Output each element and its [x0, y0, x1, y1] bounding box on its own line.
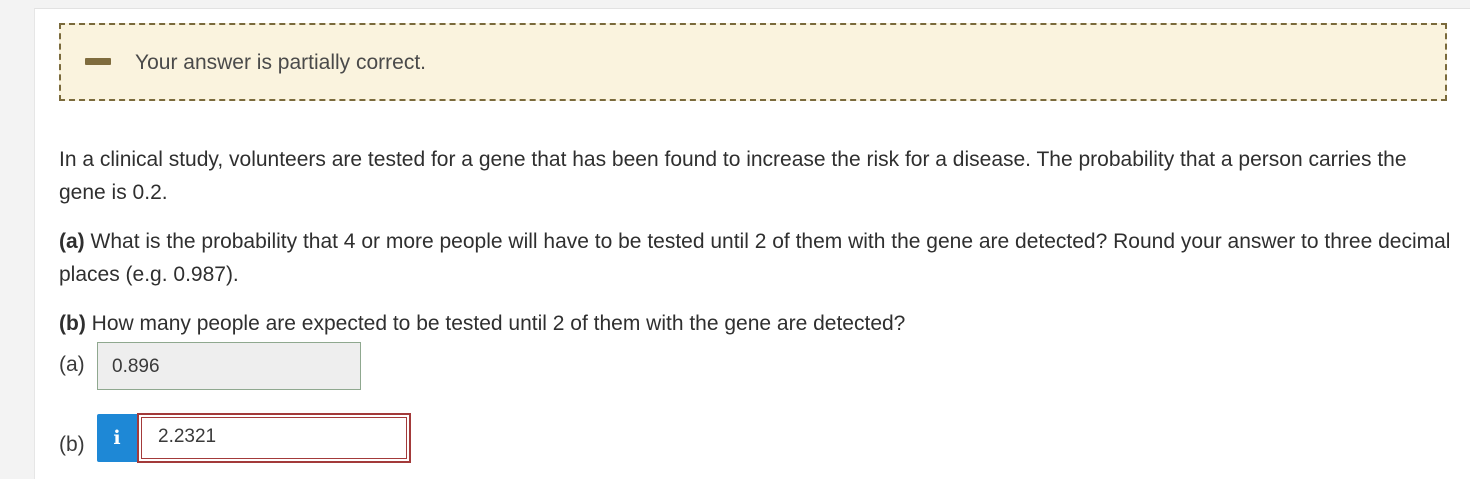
question-panel: Your answer is partially correct. In a c… [34, 8, 1470, 479]
question-part-a: (a) What is the probability that 4 or mo… [59, 225, 1459, 291]
alert-message: Your answer is partially correct. [135, 51, 427, 74]
answer-b-field[interactable]: 2.2321 [137, 413, 411, 463]
info-icon[interactable]: i [97, 414, 137, 462]
partial-correct-alert: Your answer is partially correct. [59, 23, 1447, 101]
answer-a-field[interactable]: 0.896 [97, 342, 361, 390]
part-a-label: (a) [59, 230, 85, 253]
question-text: In a clinical study, volunteers are test… [59, 143, 1459, 340]
answer-b-value[interactable]: 2.2321 [141, 417, 407, 459]
question-part-b: (b) How many people are expected to be t… [59, 307, 1459, 340]
answer-b-label: (b) [59, 433, 85, 456]
answer-a-label: (a) [59, 353, 85, 376]
part-a-text: What is the probability that 4 or more p… [59, 230, 1451, 286]
part-b-label: (b) [59, 312, 86, 335]
part-b-text: How many people are expected to be teste… [91, 312, 906, 335]
minus-icon [85, 58, 111, 65]
question-intro: In a clinical study, volunteers are test… [59, 148, 1407, 204]
